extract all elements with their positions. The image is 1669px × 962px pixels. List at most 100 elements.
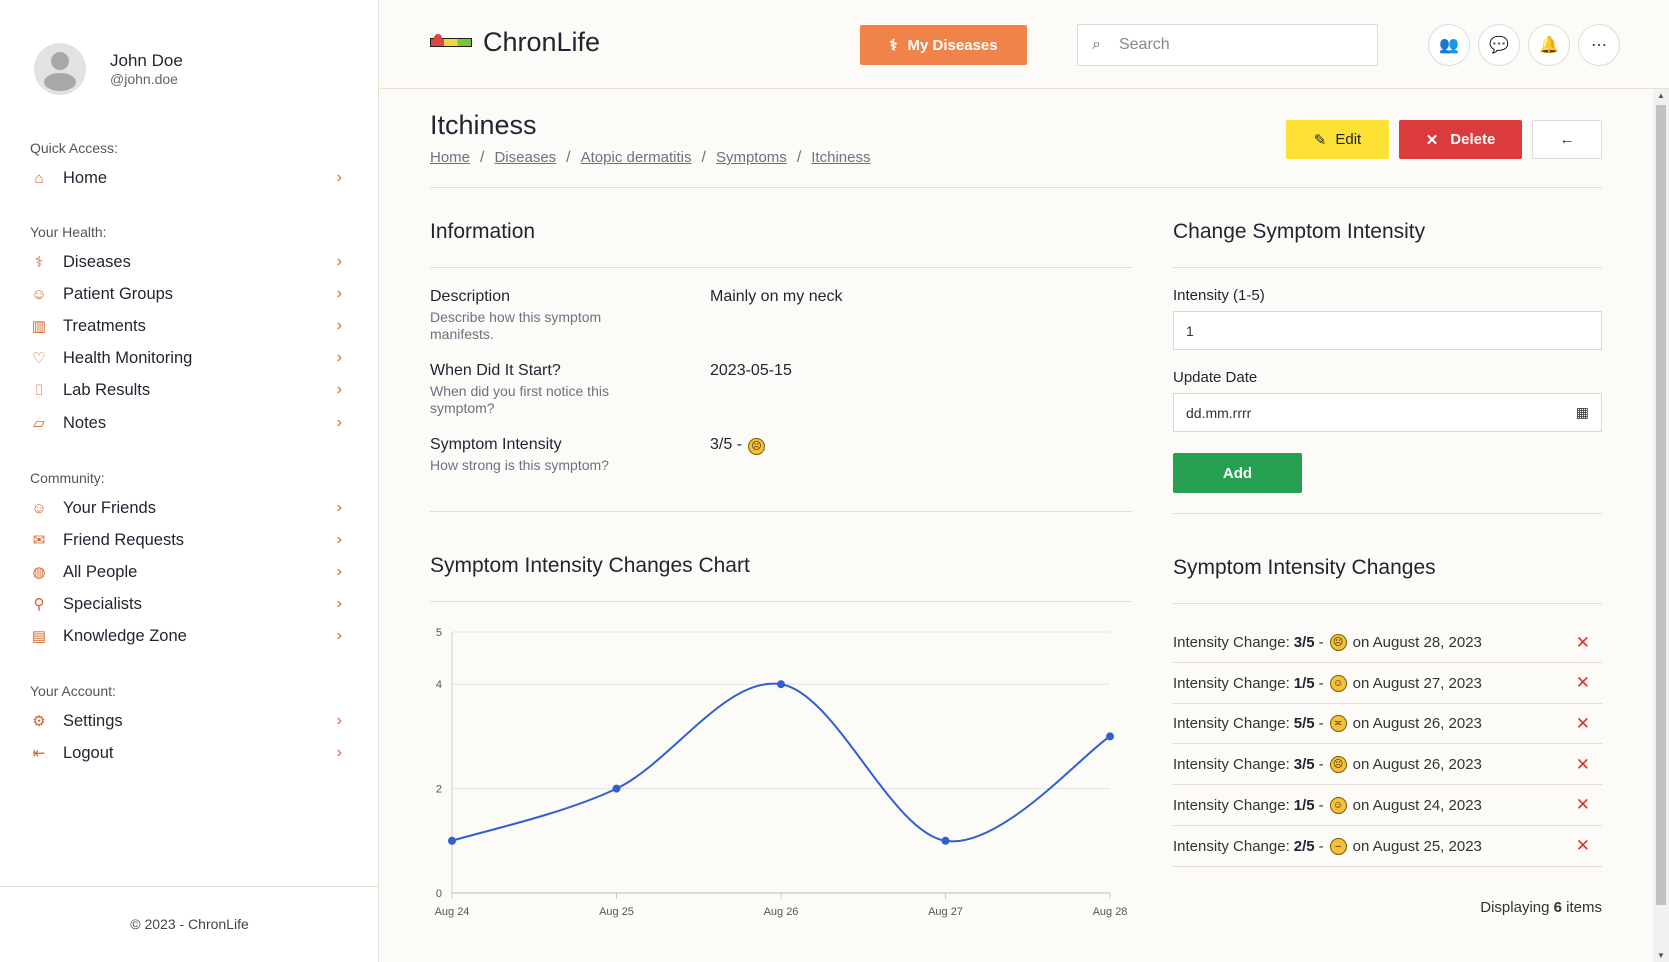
breadcrumb-separator: / xyxy=(701,149,706,166)
x-tick-label: Aug 26 xyxy=(764,906,799,918)
displaying-count: Displaying 6 items xyxy=(1480,899,1602,916)
breadcrumb-link[interactable]: Diseases xyxy=(494,149,556,166)
delete-button[interactable]: ✕ Delete xyxy=(1399,120,1522,159)
breadcrumb-link[interactable]: Itchiness xyxy=(811,149,870,166)
chevron-right-icon: › xyxy=(336,627,342,644)
x-tick-label: Aug 28 xyxy=(1093,906,1128,918)
test-tube-icon: ⌷ xyxy=(34,381,44,399)
data-point xyxy=(612,784,621,793)
y-tick-label: 2 xyxy=(436,784,442,796)
delete-change-icon[interactable]: ✕ xyxy=(1576,633,1590,653)
info-hint: How strong is this symptom? xyxy=(430,457,609,473)
list-item: Intensity Change: 1/5- ☺ on August 27, 2023… xyxy=(1173,664,1602,704)
chart-heading: Symptom Intensity Changes Chart xyxy=(430,554,750,577)
y-tick-label: 4 xyxy=(436,679,442,691)
delete-change-icon[interactable]: ✕ xyxy=(1576,795,1590,815)
y-tick-label: 5 xyxy=(436,627,442,639)
breadcrumb-link[interactable]: Symptoms xyxy=(716,149,787,166)
tired-face-icon: ≍ xyxy=(1329,715,1347,733)
hospital-icon: ▥ xyxy=(31,318,47,335)
intensity-chart: 0 2 4 5 Aug 24 Aug 25 Aug 26 Aug 27 Aug 28 xyxy=(435,627,1128,918)
list-item: Intensity Change: 2/5- – on August 25, 2023… xyxy=(1173,827,1602,867)
sidebar-item-lab-results[interactable]: ⌷ Lab Results › xyxy=(30,376,350,404)
update-date-input[interactable]: dd.mm.rrrr ▦ xyxy=(1173,393,1602,432)
add-button[interactable]: Add xyxy=(1173,453,1302,493)
notifications-button[interactable]: 🔔 xyxy=(1528,24,1570,66)
my-diseases-button[interactable]: ⚕ My Diseases xyxy=(860,25,1027,65)
delete-change-icon[interactable]: ✕ xyxy=(1576,714,1590,734)
sidebar-item-logout[interactable]: ⇤ Logout › xyxy=(30,739,350,767)
divider xyxy=(430,601,1132,602)
sidebar-item-treatments[interactable]: ▥ Treatments › xyxy=(30,312,350,340)
sidebar-item-diseases[interactable]: ⚕ Diseases › xyxy=(30,248,350,276)
edit-button[interactable]: ✎ Edit xyxy=(1286,120,1389,159)
x-tick-label: Aug 25 xyxy=(599,906,634,918)
sidebar-item-friend-requests[interactable]: ✉ Friend Requests › xyxy=(30,526,350,554)
sidebar-item-knowledge-zone[interactable]: ▤ Knowledge Zone › xyxy=(30,622,350,650)
breadcrumb-link[interactable]: Home xyxy=(430,149,470,166)
info-value: 2023-05-15 xyxy=(710,362,792,379)
update-date-label: Update Date xyxy=(1173,369,1258,386)
info-value: Mainly on my neck xyxy=(710,288,843,305)
sidebar-item-specialists[interactable]: ⚲ Specialists › xyxy=(30,590,350,618)
list-item: Intensity Change: 1/5- ☺ on August 24, 2023… xyxy=(1173,786,1602,826)
delete-change-icon[interactable]: ✕ xyxy=(1576,836,1590,856)
neutral-face-icon: – xyxy=(1329,837,1347,855)
frown-face-icon: ☹ xyxy=(1329,634,1347,651)
brand-logo[interactable] xyxy=(430,34,472,52)
sidebar-item-your-friends[interactable]: ☺ Your Friends › xyxy=(30,494,350,522)
intensity-input[interactable]: 1 xyxy=(1173,311,1602,350)
users-icon: ☺ xyxy=(31,285,47,303)
brand-name[interactable]: ChronLife xyxy=(483,27,600,58)
stethoscope-icon: ⚕ xyxy=(889,37,898,54)
changes-heading: Symptom Intensity Changes xyxy=(1173,556,1436,579)
search-input[interactable]: ⌕ Search xyxy=(1077,24,1378,66)
divider xyxy=(1173,267,1602,268)
delete-change-icon[interactable]: ✕ xyxy=(1576,755,1590,775)
inbox-icon: ✉ xyxy=(32,532,46,549)
groups-icon: 👥 xyxy=(1439,37,1459,54)
scrollbar[interactable]: ▲ ▼ xyxy=(1653,89,1669,962)
book-icon: ▤ xyxy=(31,628,47,645)
info-hint: When did you first notice this symptom? xyxy=(430,383,609,416)
calendar-icon[interactable]: ▦ xyxy=(1576,404,1589,421)
messages-button[interactable]: 💬 xyxy=(1478,24,1520,66)
sidebar-item-all-people[interactable]: ◍ All People › xyxy=(30,558,350,586)
sidebar-item-settings[interactable]: ⚙ Settings › xyxy=(30,707,350,735)
more-button[interactable]: ⋯ xyxy=(1578,24,1620,66)
divider xyxy=(1173,513,1602,514)
chevron-right-icon: › xyxy=(336,381,342,398)
bell-icon: 🔔 xyxy=(1539,37,1559,54)
sidebar-item-health-monitoring[interactable]: ♡ Health Monitoring › xyxy=(30,344,350,372)
sidebar-item-home[interactable]: ⌂ Home › xyxy=(30,164,350,192)
avatar[interactable] xyxy=(34,43,86,95)
x-tick-label: Aug 24 xyxy=(435,906,470,918)
smile-face-icon: ☺ xyxy=(1329,674,1347,692)
info-hint: Describe how this symptom manifests. xyxy=(430,309,602,342)
back-button[interactable]: ← xyxy=(1532,120,1602,159)
frown-face-icon: ☹ xyxy=(748,438,766,455)
stethoscope-icon: ⚕ xyxy=(34,254,44,271)
chat-icon: 💬 xyxy=(1489,37,1509,54)
divider xyxy=(430,267,1132,268)
divider xyxy=(430,187,1602,188)
chevron-right-icon: › xyxy=(336,349,342,366)
series-line xyxy=(451,682,1111,843)
heart-pulse-icon: ♡ xyxy=(32,350,46,367)
sidebar-item-patient-groups[interactable]: ☺ Patient Groups › xyxy=(30,280,350,308)
section-heading: Your Account: xyxy=(30,683,116,699)
delete-change-icon[interactable]: ✕ xyxy=(1576,673,1590,693)
globe-icon: ◍ xyxy=(32,564,46,581)
data-point xyxy=(777,680,785,689)
logout-icon: ⇤ xyxy=(32,745,46,762)
frown-face-icon: ☹ xyxy=(1329,756,1347,774)
chevron-right-icon: › xyxy=(336,712,342,729)
info-label: Symptom Intensity xyxy=(430,436,562,453)
list-item: Intensity Change: 3/5- ☹ on August 26, 2023… xyxy=(1173,745,1602,786)
data-point xyxy=(1106,732,1114,741)
top-header: ChronLife ⚕ My Diseases ⌕ Search 👥 💬 🔔 ⋯ xyxy=(380,0,1669,89)
breadcrumb-link[interactable]: Atopic dermatitis xyxy=(581,149,692,166)
section-heading: Community: xyxy=(30,470,105,486)
groups-button[interactable]: 👥 xyxy=(1428,24,1470,66)
sidebar-item-notes[interactable]: ▱ Notes › xyxy=(30,409,350,437)
